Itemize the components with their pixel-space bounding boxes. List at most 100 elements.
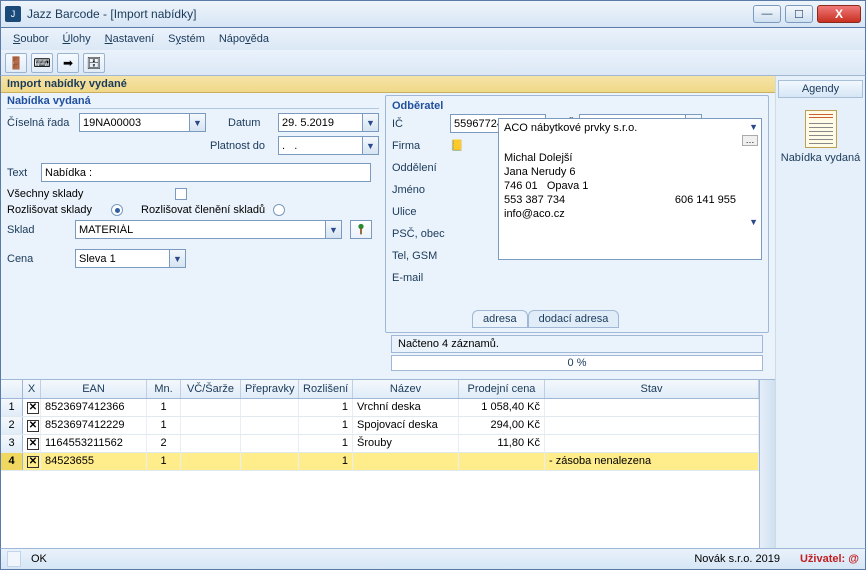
agenda-item-icon[interactable] bbox=[805, 110, 837, 148]
menu-system[interactable]: Systém bbox=[162, 31, 211, 47]
x-icon: ✕ bbox=[27, 456, 39, 468]
tab-dodaci[interactable]: dodací adresa bbox=[528, 310, 620, 328]
cena-combo[interactable]: ▼ bbox=[75, 249, 186, 268]
grid: X EAN Mn. VČ/Šarže Přepravky Rozlišení N… bbox=[1, 379, 775, 548]
rozl-sklady-radio[interactable] bbox=[111, 204, 123, 216]
status-user: @ bbox=[848, 553, 859, 565]
ulice-value: Jana Nerudy 6 bbox=[504, 166, 756, 178]
status-ok: OK bbox=[31, 553, 47, 565]
datum-label: Datum bbox=[228, 117, 274, 129]
database-icon[interactable]: 🗄 bbox=[83, 53, 105, 73]
x-icon: ✕ bbox=[27, 402, 39, 414]
sklad-input[interactable] bbox=[75, 220, 325, 239]
tab-adresa[interactable]: adresa bbox=[472, 310, 528, 328]
grid-header: X EAN Mn. VČ/Šarže Přepravky Rozlišení N… bbox=[1, 380, 759, 399]
close-button[interactable]: X bbox=[817, 5, 861, 23]
jmeno-label: Jméno bbox=[392, 184, 446, 196]
customer-title: Odběratel bbox=[392, 100, 762, 112]
col-ean[interactable]: EAN bbox=[41, 380, 147, 398]
col-rozliseni[interactable]: Rozlišení bbox=[299, 380, 353, 398]
col-prepravky[interactable]: Přepravky bbox=[241, 380, 299, 398]
offer-title: Nabídka vydaná bbox=[7, 95, 379, 109]
progress-bar: 0 % bbox=[391, 355, 763, 371]
address-book-icon[interactable]: 📒 bbox=[450, 139, 464, 152]
customer-panel: Odběratel IČ DIČ ▼ Firma 📒 Oddělení Jmén… bbox=[385, 95, 769, 333]
table-row[interactable]: 2 ✕ 8523697412229 1 1 Spojovací deska 29… bbox=[1, 417, 759, 435]
firma-value: ACO nábytkové prvky s.r.o. bbox=[504, 122, 756, 134]
chevron-down-icon[interactable]: ▼ bbox=[169, 249, 186, 268]
col-stav[interactable]: Stav bbox=[545, 380, 759, 398]
col-sarze[interactable]: VČ/Šarže bbox=[181, 380, 241, 398]
status-user-label: Uživatel: bbox=[800, 553, 845, 565]
email-value: info@aco.cz bbox=[504, 208, 756, 220]
oddeleni-label: Oddělení bbox=[392, 162, 446, 174]
gsm-value: 606 141 955 bbox=[675, 194, 736, 206]
menu-soubor[interactable]: Soubor bbox=[7, 31, 54, 47]
vsechny-sklady-label: Všechny sklady bbox=[7, 188, 171, 200]
app-icon: J bbox=[5, 6, 21, 22]
rada-combo[interactable]: ▼ bbox=[79, 113, 206, 132]
statusbar: OK Novák s.r.o. 2019 Uživatel: @ bbox=[0, 548, 866, 570]
datum-combo[interactable]: ▼ bbox=[278, 113, 379, 132]
rada-input[interactable] bbox=[79, 113, 189, 132]
ulice-label: Ulice bbox=[392, 206, 446, 218]
loaded-status: Načteno 4 záznamů. bbox=[391, 335, 763, 353]
sklad-label: Sklad bbox=[7, 224, 71, 236]
agenda-item-label[interactable]: Nabídka vydaná bbox=[781, 152, 861, 164]
customer-address-box: ▼ … ▼ ACO nábytkové prvky s.r.o. Michal … bbox=[498, 118, 762, 260]
keyboard-icon[interactable]: ⌨ bbox=[31, 53, 53, 73]
minimize-button[interactable]: — bbox=[753, 5, 781, 23]
rada-label: Číselná řada bbox=[7, 117, 75, 129]
col-cena[interactable]: Prodejní cena bbox=[459, 380, 545, 398]
agenda-pane: Agendy Nabídka vydaná bbox=[775, 76, 865, 548]
menubar: Soubor Úlohy Nastavení Systém Nápověda bbox=[0, 28, 866, 50]
vsechny-sklady-checkbox[interactable] bbox=[175, 188, 187, 200]
titlebar: J Jazz Barcode - [Import nabídky] — ☐ X bbox=[0, 0, 866, 28]
x-icon: ✕ bbox=[27, 420, 39, 432]
page-subheader: Import nabídky vydané bbox=[1, 76, 775, 93]
maximize-button[interactable]: ☐ bbox=[785, 5, 813, 23]
chevron-down-icon[interactable]: ▼ bbox=[189, 113, 206, 132]
tel-label: Tel, GSM bbox=[392, 250, 446, 262]
text-input[interactable] bbox=[41, 163, 371, 182]
table-row[interactable]: 1 ✕ 8523697412366 1 1 Vrchní deska 1 058… bbox=[1, 399, 759, 417]
obec-value: Opava 1 bbox=[547, 180, 589, 192]
window-title: Jazz Barcode - [Import nabídky] bbox=[27, 7, 753, 21]
ic-label: IČ bbox=[392, 118, 446, 130]
col-x[interactable]: X bbox=[23, 380, 41, 398]
tel-value: 553 387 734 bbox=[504, 194, 565, 206]
menu-ulohy[interactable]: Úlohy bbox=[56, 31, 96, 47]
menu-nastaveni[interactable]: Nastavení bbox=[99, 31, 161, 47]
col-mn[interactable]: Mn. bbox=[147, 380, 181, 398]
email-label: E-mail bbox=[392, 272, 446, 284]
vertical-scrollbar[interactable] bbox=[759, 380, 775, 548]
sklad-combo[interactable]: ▼ bbox=[75, 220, 342, 239]
cena-input[interactable] bbox=[75, 249, 169, 268]
jmeno-value: Michal Dolejší bbox=[504, 152, 756, 164]
menu-napoveda[interactable]: Nápověda bbox=[213, 31, 275, 47]
text-label: Text bbox=[7, 167, 37, 179]
chevron-down-icon[interactable]: ▼ bbox=[325, 220, 342, 239]
tree-icon[interactable] bbox=[350, 220, 372, 239]
table-row[interactable]: 4 ✕ 84523655 1 1 - zásoba nenalezena bbox=[1, 453, 759, 471]
rozl-sklady-label: Rozlišovat sklady bbox=[7, 204, 107, 216]
chevron-down-icon[interactable]: ▼ bbox=[362, 136, 379, 155]
chevron-down-icon[interactable]: ▼ bbox=[749, 217, 758, 227]
platnost-input[interactable] bbox=[278, 136, 362, 155]
ellipsis-button[interactable]: … bbox=[742, 135, 758, 146]
agenda-header: Agendy bbox=[778, 80, 863, 98]
chevron-down-icon[interactable]: ▼ bbox=[362, 113, 379, 132]
chevron-down-icon[interactable]: ▼ bbox=[749, 122, 758, 132]
datum-input[interactable] bbox=[278, 113, 362, 132]
cena-label: Cena bbox=[7, 253, 71, 265]
rozl-cleneni-radio[interactable] bbox=[273, 204, 285, 216]
x-icon: ✕ bbox=[27, 438, 39, 450]
col-nazev[interactable]: Název bbox=[353, 380, 459, 398]
table-row[interactable]: 3 ✕ 1164553211562 2 1 Šrouby 11,80 Kč bbox=[1, 435, 759, 453]
psc-value: 746 01 bbox=[504, 180, 538, 192]
psc-label: PSČ, obec bbox=[392, 228, 446, 240]
arrow-right-icon[interactable]: ➡ bbox=[57, 53, 79, 73]
platnost-combo[interactable]: ▼ bbox=[278, 136, 379, 155]
door-exit-icon[interactable]: 🚪 bbox=[5, 53, 27, 73]
toolbar: 🚪 ⌨ ➡ 🗄 bbox=[0, 50, 866, 76]
